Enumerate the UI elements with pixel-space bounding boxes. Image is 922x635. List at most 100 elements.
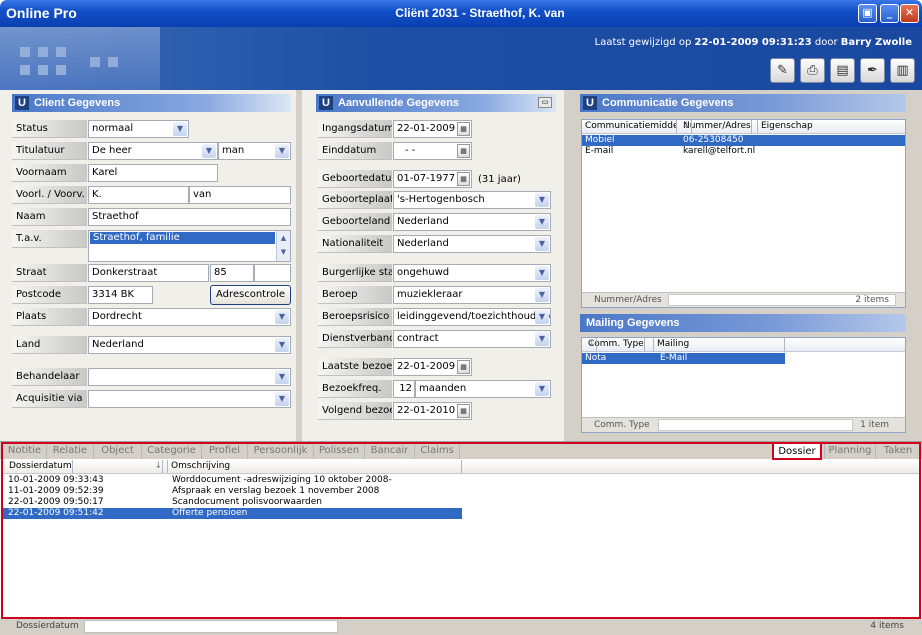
toevoeging-input[interactable] [254,264,291,282]
einddatum-label: Einddatum [318,142,392,160]
tab-categorie[interactable]: Categorie [142,443,202,459]
bezoekfreq-number-input[interactable]: 12 [393,380,415,398]
tab-taken[interactable]: Taken [876,443,920,459]
straat-label: Straat [12,264,87,282]
adrescontrole-button[interactable]: Adrescontrole [210,285,291,305]
table-row[interactable]: Nota E-Mail [582,353,785,364]
table-row[interactable]: 22-01-2009 09:51:42 Offerte pensioen [3,508,462,519]
chevron-down-icon: ▼ [535,332,549,346]
panel-logo-icon: U [583,96,597,110]
book-icon[interactable]: ▥ [890,58,915,83]
client-panel: U Client Gegevens Status normaal ▼ Titulat… [0,90,296,441]
chevron-down-icon: ▼ [535,310,549,324]
tab-relatie[interactable]: Relatie [47,443,94,459]
tab-object[interactable]: Object [94,443,142,459]
voorvoegsel-input[interactable]: van [189,186,291,204]
voorletters-input[interactable]: K. [88,186,189,204]
collapse-icon[interactable]: ▭ [538,97,552,108]
chevron-down-icon: ▼ [275,310,289,324]
behandelaar-select[interactable]: ▼ [88,368,291,386]
main-area: U Client Gegevens Status normaal ▼ Titulat… [0,90,922,441]
calendar-icon[interactable]: ▦ [457,360,470,374]
huisnummer-input[interactable]: 85 [210,264,254,282]
titulatuur-select[interactable]: De heer ▼ [88,142,218,160]
burgerlijke-staat-label: Burgerlijke staat [318,264,392,282]
column-header[interactable]: Eigenschap [758,120,905,133]
edit-icon[interactable]: ✎ [770,58,795,83]
table-row[interactable]: 10-01-2009 09:33:43 Worddocument -adresw… [3,475,462,486]
column-header[interactable]: Communicatiemiddel [582,120,677,133]
beroep-select[interactable]: muziekleraar ▼ [393,286,551,304]
geboorteplaats-select[interactable]: 's-Hertogenbosch ▼ [393,191,551,209]
chevron-down-icon: ▼ [535,288,549,302]
communicatie-grid-footer: Nummer/Adres 2 items [582,292,905,307]
tab-polissen[interactable]: Polissen [314,443,365,459]
dienstverband-label: Dienstverband [318,330,392,348]
calendar-icon[interactable]: ▦ [457,172,470,186]
pen-icon[interactable]: ✒ [860,58,885,83]
chevron-down-icon: ▼ [173,122,187,136]
minimize-button[interactable]: _ [880,4,899,23]
table-row[interactable]: 11-01-2009 09:52:39 Afspraak en verslag … [3,486,462,497]
tav-textarea[interactable]: Straethof, familie ▲ ▼ [88,230,291,262]
straat-input[interactable]: Donkerstraat [88,264,209,282]
column-header[interactable]: Dossierdatum ↓ [3,460,168,473]
status-select[interactable]: normaal ▼ [88,120,189,138]
ingangsdatum-input[interactable]: 22-01-2009 ▦ [393,120,472,138]
dossier-grid[interactable]: Dossierdatum ↓ Omschrijving 10-01-2009 09… [3,460,920,617]
postcode-input[interactable]: 3314 BK [88,286,153,304]
tav-selected-line: Straethof, familie [90,232,275,244]
header-banner: Laatst gewijzigd op 22-01-2009 09:31:23 … [0,27,922,90]
acquisitie-label: Acquisitie via [12,390,87,408]
filter-input[interactable] [658,419,853,431]
mailing-grid-header: Comm. Type ↓ Mailing [582,338,905,352]
mailing-grid[interactable]: Comm. Type ↓ Mailing Nota E-Mail Comm. T… [581,337,906,433]
tab-persoonlijk[interactable]: Persoonlijk [248,443,314,459]
system-menu-icon[interactable]: ▣ [858,4,877,23]
tab-notitie[interactable]: Notitie [3,443,47,459]
column-header[interactable]: Mailing [654,338,785,351]
laatste-bezoek-input[interactable]: 22-01-2009 ▦ [393,358,472,376]
burgerlijke-staat-select[interactable]: ongehuwd ▼ [393,264,551,282]
geboortedatum-input[interactable]: 01-07-1977 ▦ [393,170,472,188]
table-row[interactable]: E-mail karell@telfort.nl [582,146,905,157]
land-select[interactable]: Nederland ▼ [88,336,291,354]
tab-bancair[interactable]: Bancair [365,443,415,459]
column-header[interactable]: Omschrijving [168,460,462,473]
scrollbar[interactable]: ▲ ▼ [276,231,290,261]
gender-select[interactable]: man ▼ [218,142,291,160]
bezoekfreq-unit-select[interactable]: maanden ▼ [415,380,551,398]
column-header[interactable]: Comm. Type ↓ [582,338,654,351]
tab-dossier[interactable]: Dossier [772,442,822,460]
tab-claims[interactable]: Claims [415,443,460,459]
chevron-down-icon: ▼ [535,193,549,207]
nationaliteit-select[interactable]: Nederland ▼ [393,235,551,253]
tab-profiel[interactable]: Profiel [202,443,248,459]
acquisitie-select[interactable]: ▼ [88,390,291,408]
chevron-down-icon: ▼ [535,382,549,396]
calendar-icon[interactable]: ▦ [457,122,470,136]
close-button[interactable]: ✕ [900,4,919,23]
folder-icon[interactable]: ▤ [830,58,855,83]
calendar-icon[interactable]: ▦ [457,144,470,158]
voornaam-input[interactable]: Karel [88,164,218,182]
table-row[interactable]: Mobiel 06-25308450 [582,135,905,146]
communicatie-grid[interactable]: Communicatiemiddel Nummer/Adres ↓ Eigens… [581,119,906,308]
filter-input[interactable] [84,620,338,633]
tab-planning[interactable]: Planning [824,443,876,459]
plaats-select[interactable]: Dordrecht ▼ [88,308,291,326]
extra-panel: U Aanvullende Gegevens ▭ Ingangsdatum 22-… [302,90,564,441]
column-header[interactable]: Nummer/Adres ↓ [677,120,758,133]
einddatum-input[interactable]: - - ▦ [393,142,472,160]
geboorteland-select[interactable]: Nederland ▼ [393,213,551,231]
naam-input[interactable]: Straethof [88,208,291,226]
dienstverband-select[interactable]: contract ▼ [393,330,551,348]
beroepsrisico-label: Beroepsrisico [318,308,392,326]
table-row[interactable]: 22-01-2009 09:50:17 Scandocument polisvo… [3,497,462,508]
tab-bar: Notitie Relatie Object Categorie Profiel… [0,441,922,460]
geboorteplaats-label: Geboorteplaats [318,191,392,209]
volgend-bezoek-input[interactable]: 22-01-2010 ▦ [393,402,472,420]
print-icon[interactable]: ⎙ [800,58,825,83]
calendar-icon[interactable]: ▦ [457,404,470,418]
beroepsrisico-select[interactable]: leidinggevend/toezichthoudend ▼ [393,308,551,326]
